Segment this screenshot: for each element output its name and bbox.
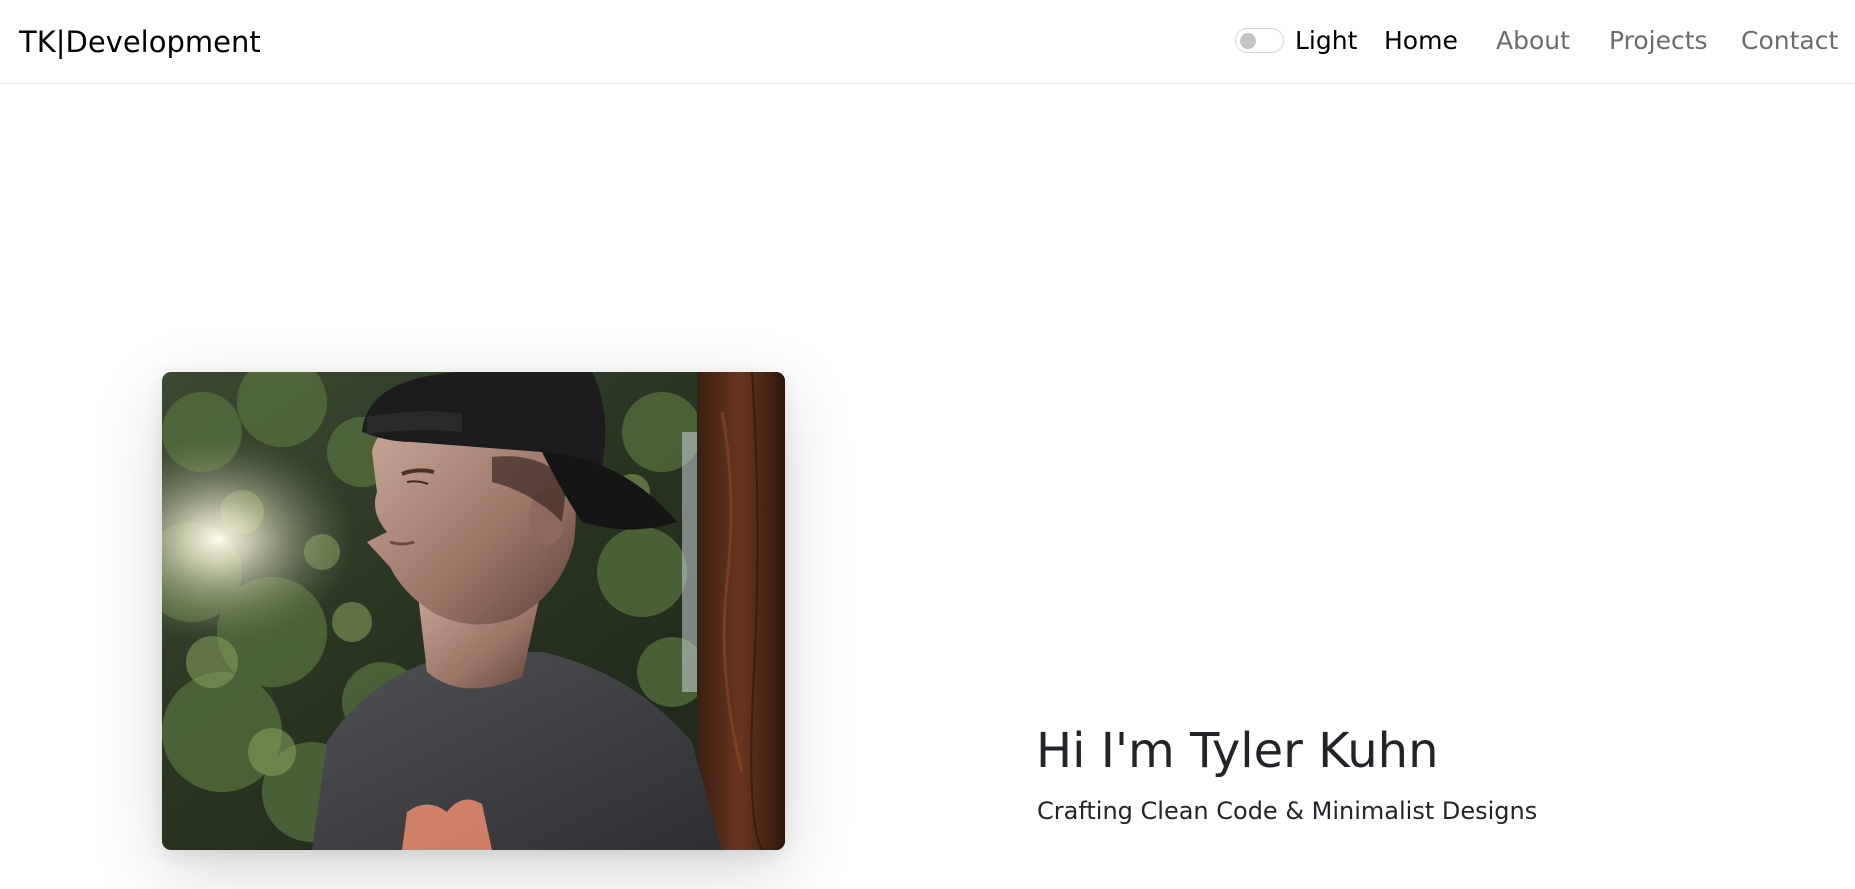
hero-title: Hi I'm Tyler Kuhn <box>1036 723 1439 779</box>
nav-link-about[interactable]: About <box>1496 24 1570 58</box>
theme-toggle-label: Light <box>1295 26 1358 55</box>
profile-photo <box>162 372 785 850</box>
toggle-knob <box>1240 33 1256 49</box>
brand-link[interactable]: TK|Development <box>19 22 261 62</box>
theme-toggle-switch[interactable] <box>1235 28 1284 53</box>
hero-subtitle: Crafting Clean Code & Minimalist Designs <box>1037 797 1538 825</box>
profile-photo-illustration <box>162 372 785 850</box>
nav-link-contact[interactable]: Contact <box>1741 24 1838 58</box>
nav-link-projects[interactable]: Projects <box>1609 24 1708 58</box>
navbar: TK|Development Light Home About Projects… <box>0 0 1855 84</box>
nav-link-home[interactable]: Home <box>1384 24 1458 58</box>
